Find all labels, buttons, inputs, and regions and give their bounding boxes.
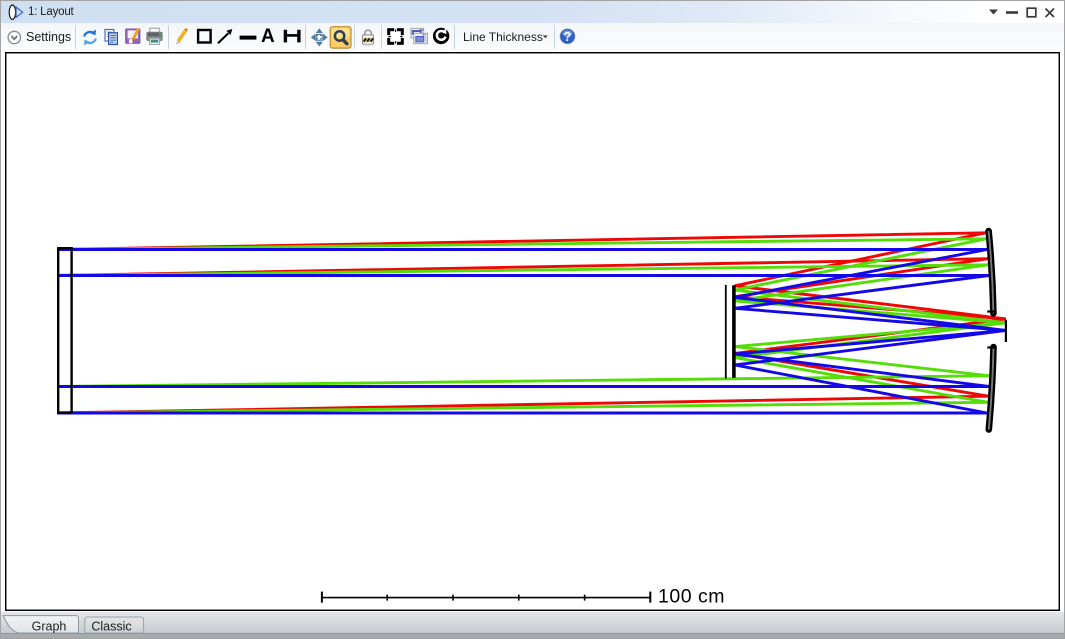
svg-text:100 cm: 100 cm bbox=[658, 586, 725, 608]
svg-text:Graph: Graph bbox=[32, 619, 67, 633]
svg-text:Classic: Classic bbox=[91, 619, 131, 633]
svg-text:?: ? bbox=[564, 30, 572, 44]
